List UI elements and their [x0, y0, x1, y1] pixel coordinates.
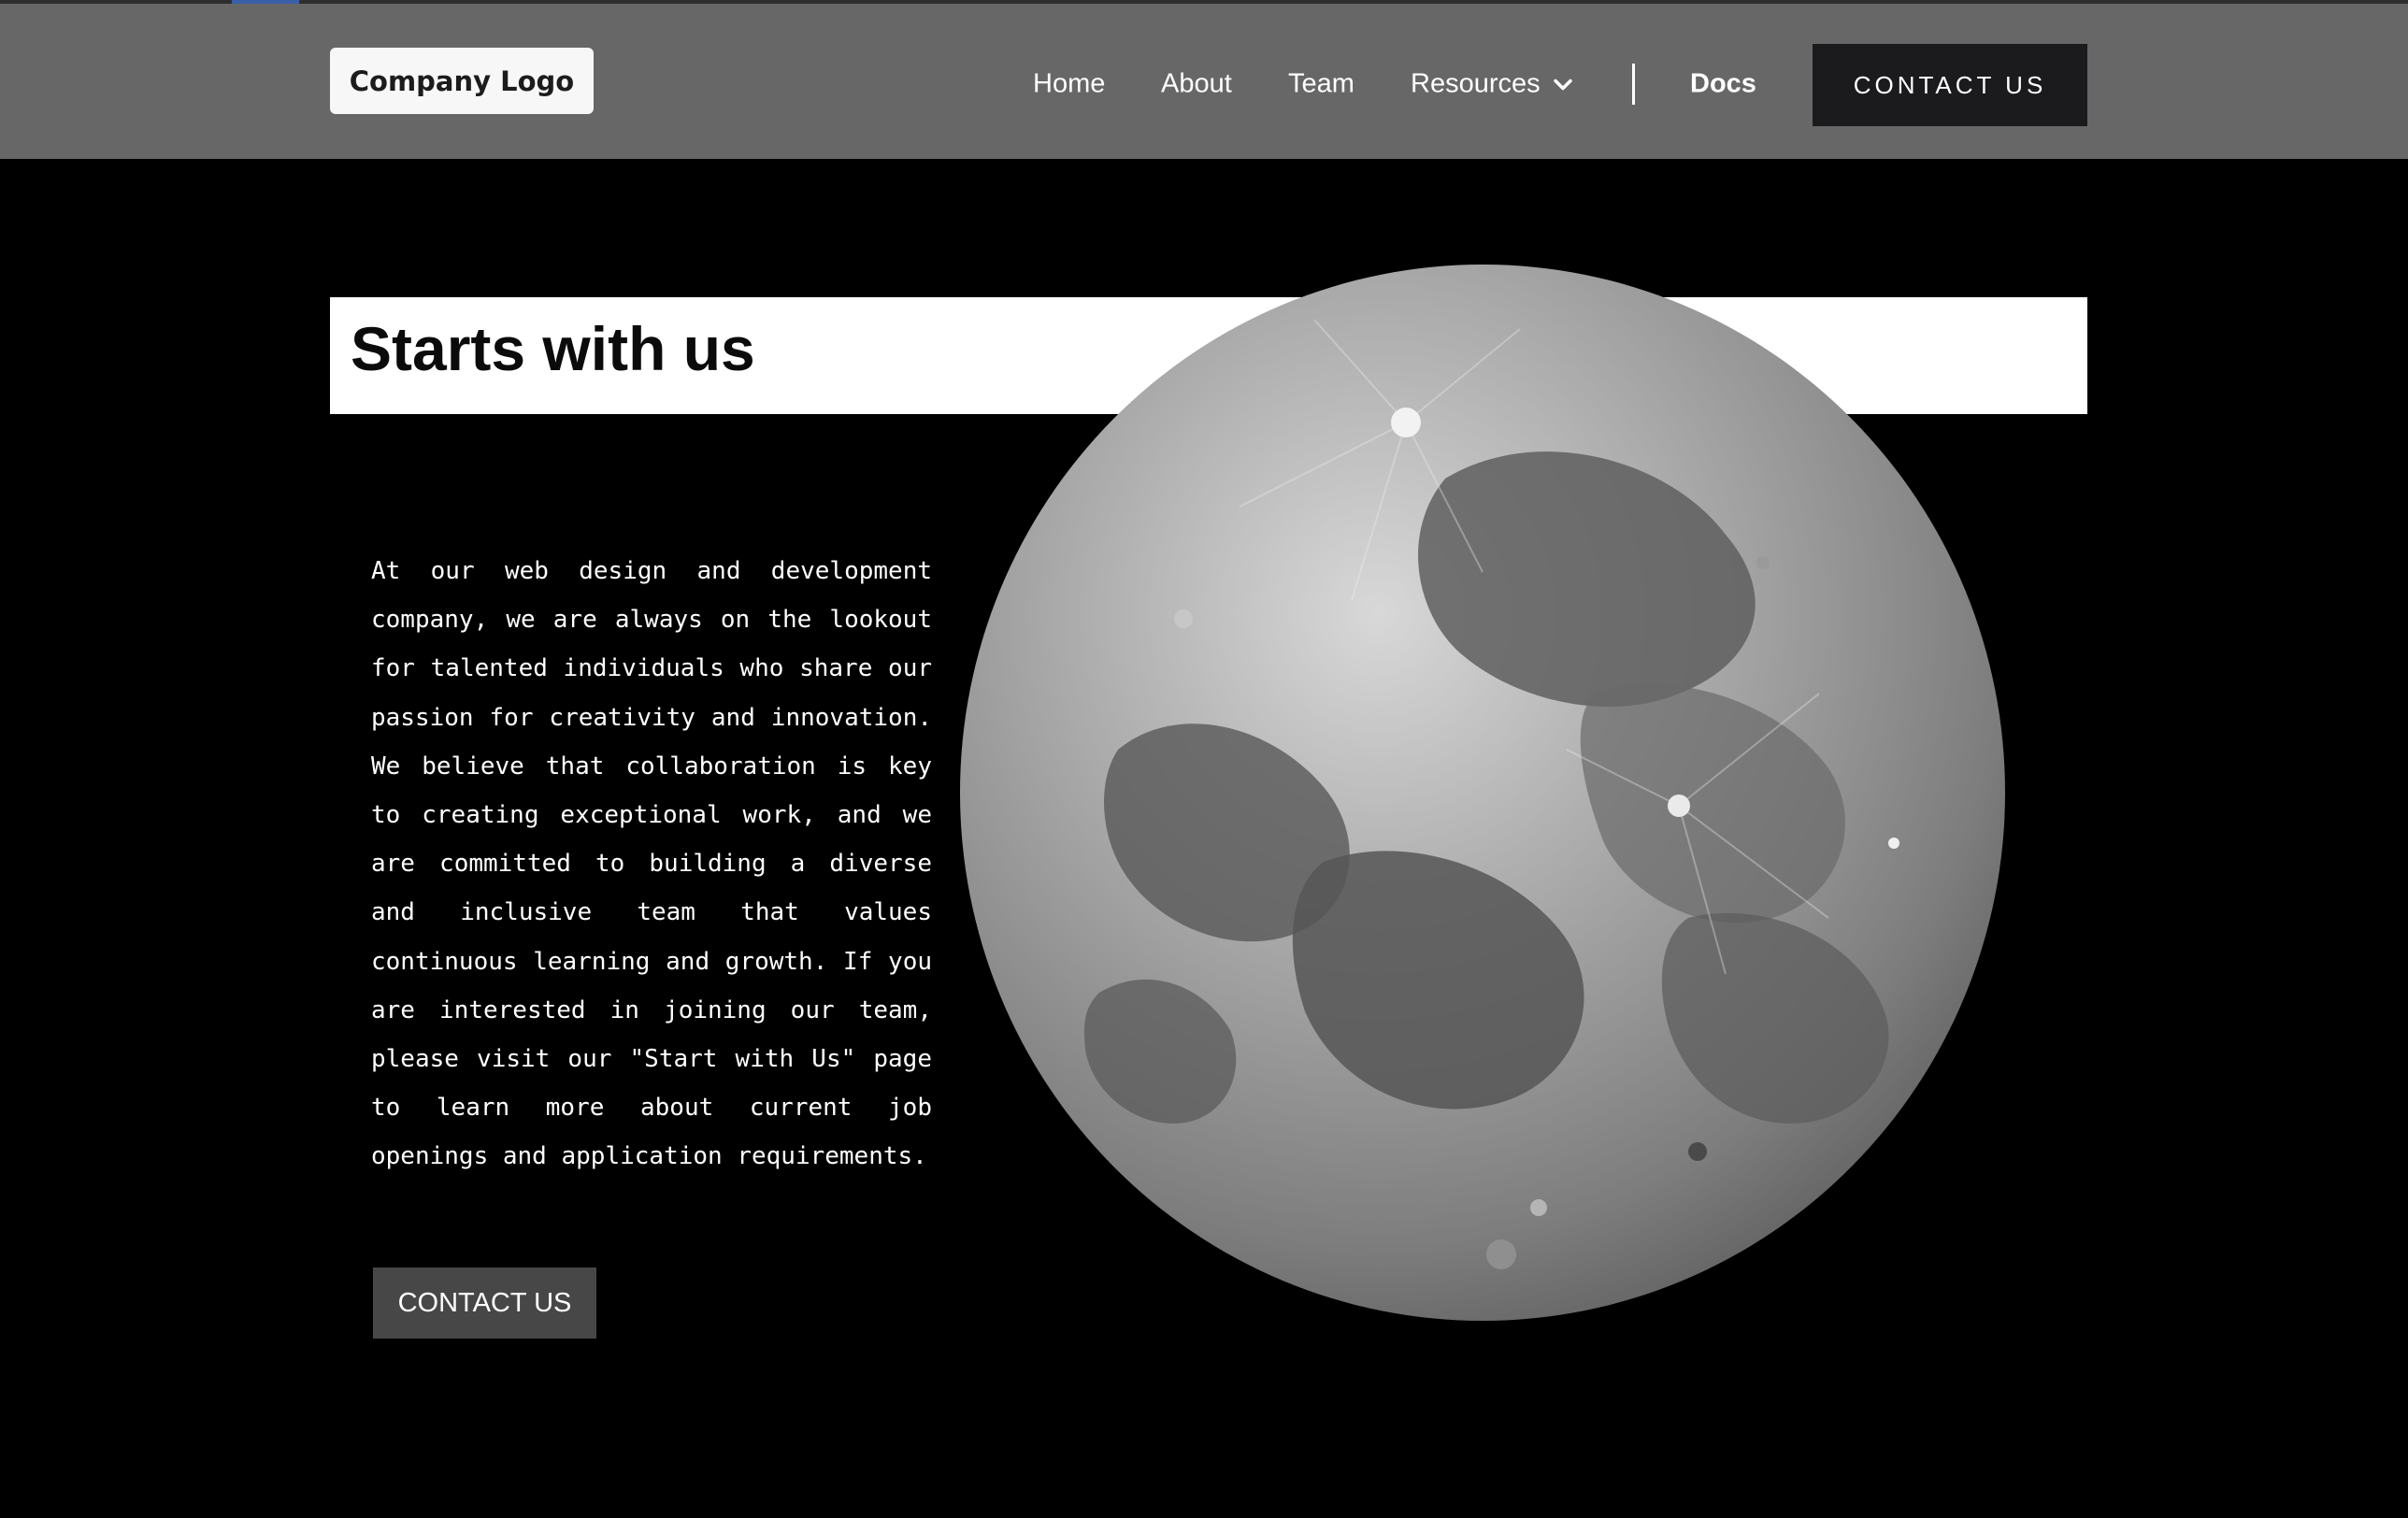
nav-divider [1632, 64, 1635, 105]
nav-dropdown-resources-label: Resources [1411, 68, 1541, 99]
nav-contact-us-label: CONTACT US [1853, 70, 2047, 99]
moon-image [960, 265, 2005, 1321]
hero-paragraph: At our web design and development compan… [371, 557, 932, 1171]
nav-link-home[interactable]: Home [1033, 69, 1105, 100]
hero-contact-us-label: CONTACT US [397, 1287, 572, 1318]
nav-dropdown-resources[interactable]: Resources [1411, 69, 1572, 100]
navbar: Company Logo Home About Team Resources D… [0, 4, 2408, 159]
nav-contact-us-button[interactable]: CONTACT US [1813, 44, 2087, 126]
company-logo-button[interactable]: Company Logo [330, 48, 594, 114]
hero-contact-us-button[interactable]: CONTACT US [373, 1267, 596, 1339]
company-logo-label: Company Logo [349, 64, 575, 97]
nav-link-team[interactable]: Team [1288, 69, 1354, 100]
nav-link-docs[interactable]: Docs [1690, 69, 1756, 100]
nav-link-about[interactable]: About [1161, 69, 1232, 100]
chevron-down-icon [1553, 79, 1572, 90]
hero-title: Starts with us [351, 314, 755, 383]
